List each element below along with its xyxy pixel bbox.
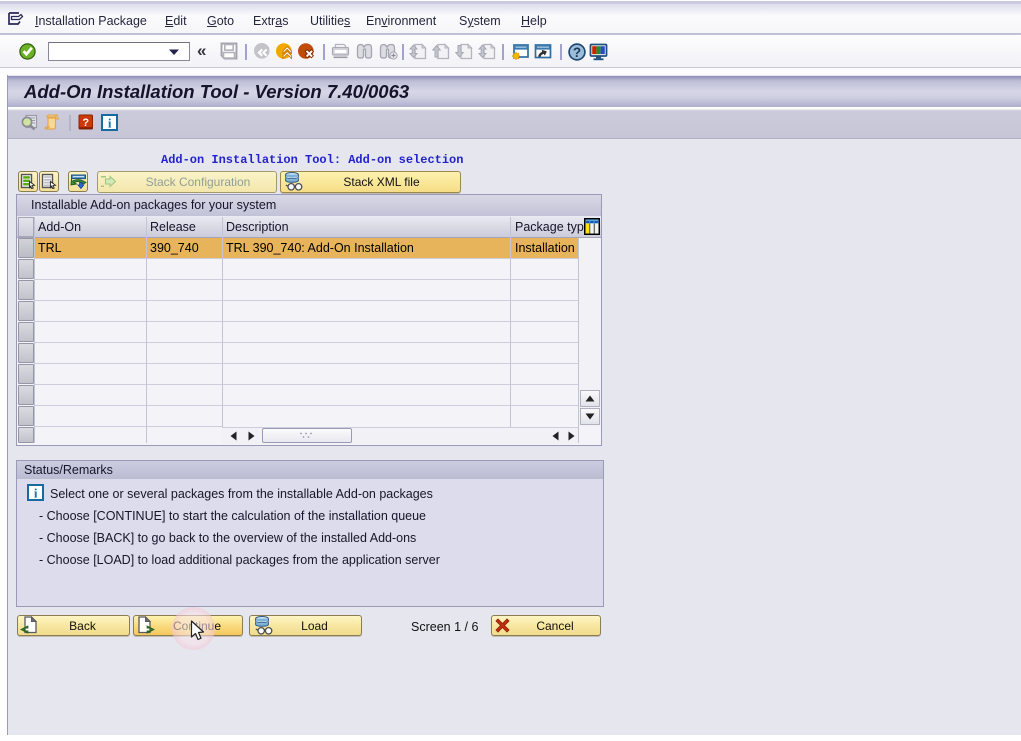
svg-text:i: i: [34, 485, 38, 500]
svg-text:i: i: [108, 115, 112, 130]
svg-text:?: ?: [573, 45, 581, 60]
svg-text:?: ?: [82, 117, 89, 129]
